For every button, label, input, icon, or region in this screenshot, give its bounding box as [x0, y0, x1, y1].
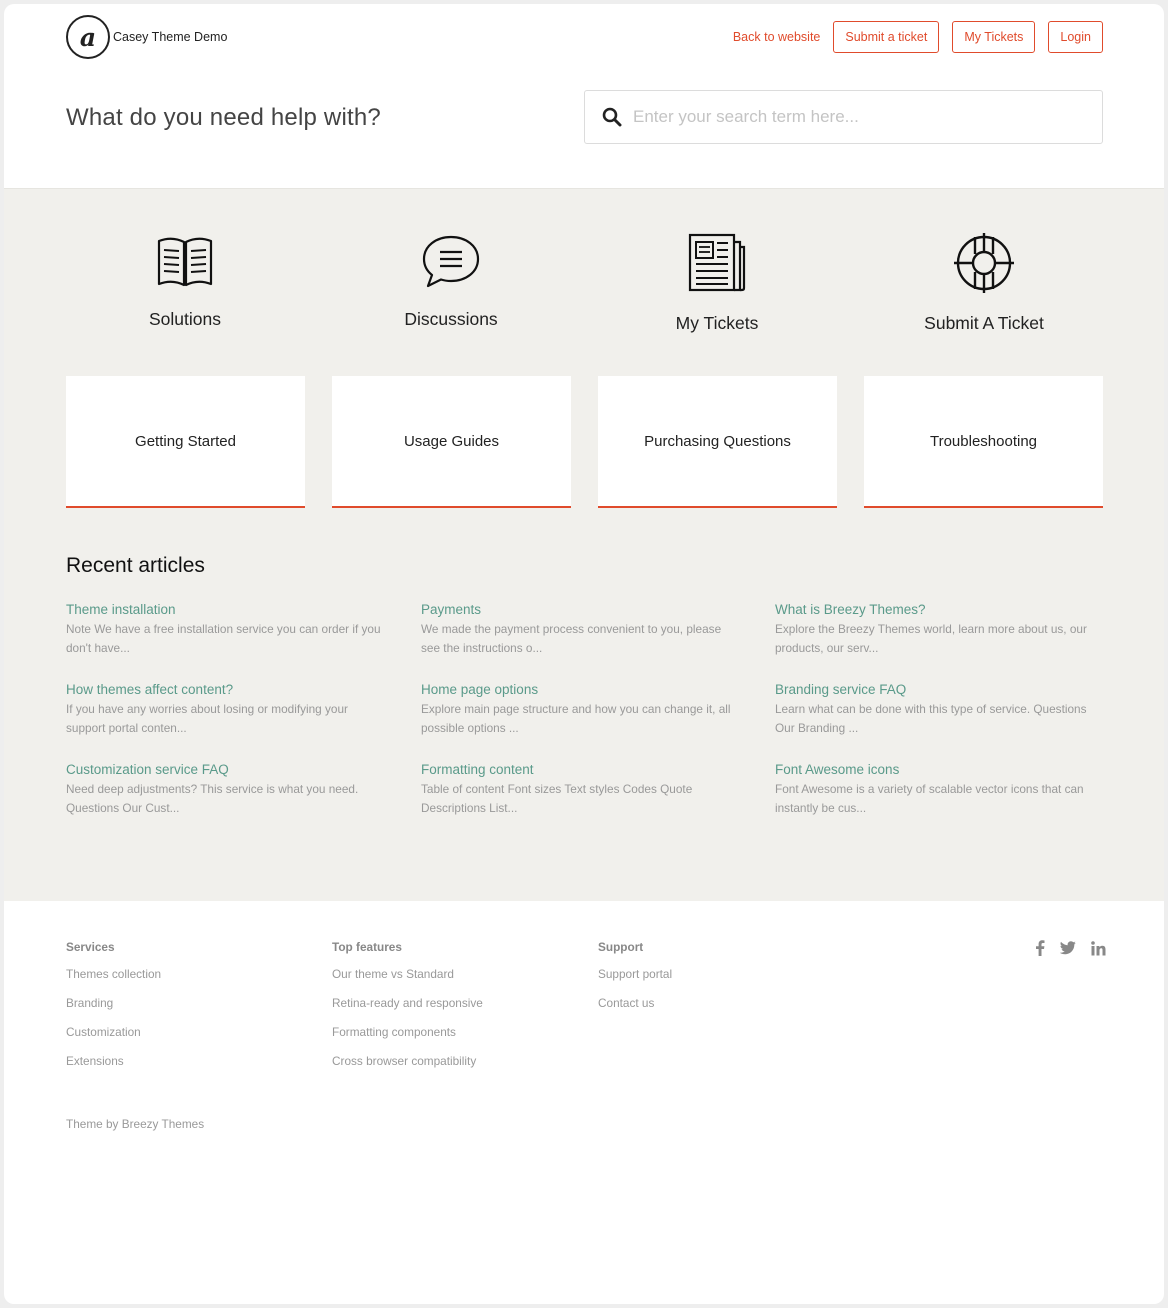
login-button[interactable]: Login — [1048, 21, 1103, 53]
footer-link[interactable]: Branding — [66, 994, 161, 1023]
category-card[interactable]: Troubleshooting — [864, 376, 1103, 508]
list-item: Branding service FAQ Learn what can be d… — [775, 681, 1095, 738]
hero-title: What do you need help with? — [66, 104, 381, 131]
quick-link-solutions[interactable]: Solutions — [66, 233, 304, 330]
footer-heading: Top features — [332, 940, 402, 954]
list-item: Formatting content Table of content Font… — [421, 761, 741, 818]
search-box[interactable] — [584, 90, 1103, 144]
brand-logo-icon: a — [66, 15, 110, 59]
article-excerpt: Explore the Breezy Themes world, learn m… — [775, 622, 1087, 655]
article-excerpt: Font Awesome is a variety of scalable ve… — [775, 782, 1084, 815]
article-excerpt: Table of content Font sizes Text styles … — [421, 782, 693, 815]
speech-bubble-icon — [422, 235, 480, 288]
footer-link[interactable]: Retina-ready and responsive — [332, 994, 483, 1023]
article-link[interactable]: Home page options — [421, 681, 741, 699]
brand[interactable]: a Casey Theme Demo — [66, 15, 227, 59]
footer-link[interactable]: Cross browser compatibility — [332, 1052, 483, 1081]
quick-links: Solutions Discussions My Tickets Submit … — [66, 233, 1103, 343]
quick-link-label: Solutions — [149, 309, 221, 329]
recent-articles-title: Recent articles — [66, 554, 205, 577]
quick-link-my-tickets[interactable]: My Tickets — [598, 233, 836, 334]
footer-column-top-features: Top features Our theme vs Standard Retin… — [332, 940, 483, 1081]
footer-column-services: Services Themes collection Branding Cust… — [66, 940, 161, 1081]
footer-heading: Support — [598, 940, 644, 954]
facebook-icon[interactable] — [1035, 940, 1045, 956]
quick-link-label: Discussions — [404, 309, 498, 329]
footer-heading: Services — [66, 940, 115, 954]
list-item: Theme installation Note We have a free i… — [66, 601, 386, 658]
quick-link-submit-ticket[interactable]: Submit A Ticket — [865, 233, 1103, 334]
footer-link[interactable]: Our theme vs Standard — [332, 965, 483, 994]
submit-ticket-button[interactable]: Submit a ticket — [833, 21, 940, 53]
quick-link-discussions[interactable]: Discussions — [332, 233, 570, 330]
article-link[interactable]: Font Awesome icons — [775, 761, 1095, 779]
article-excerpt: Note We have a free installation service… — [66, 622, 381, 655]
list-item: Font Awesome icons Font Awesome is a var… — [775, 761, 1095, 818]
article-link[interactable]: How themes affect content? — [66, 681, 386, 699]
article-excerpt: Need deep adjustments? This service is w… — [66, 782, 359, 815]
list-item: Customization service FAQ Need deep adju… — [66, 761, 386, 818]
hero: What do you need help with? — [66, 90, 1103, 144]
category-cards: Getting Started Usage Guides Purchasing … — [66, 376, 1103, 510]
article-excerpt: We made the payment process convenient t… — [421, 622, 722, 655]
footer-link[interactable]: Contact us — [598, 994, 672, 1023]
list-item: Payments We made the payment process con… — [421, 601, 741, 658]
back-to-website-link[interactable]: Back to website — [733, 30, 821, 44]
site-header: a Casey Theme Demo Back to website Submi… — [66, 14, 1103, 60]
list-item: Home page options Explore main page stru… — [421, 681, 741, 738]
article-link[interactable]: Branding service FAQ — [775, 681, 1095, 699]
quick-link-label: My Tickets — [675, 313, 759, 333]
article-link[interactable]: Customization service FAQ — [66, 761, 386, 779]
lifebuoy-icon — [954, 233, 1014, 293]
linkedin-icon[interactable] — [1091, 940, 1106, 956]
search-input[interactable] — [633, 107, 1073, 127]
footer-column-support: Support Support portal Contact us — [598, 940, 672, 1023]
category-card[interactable]: Getting Started — [66, 376, 305, 508]
article-excerpt: If you have any worries about losing or … — [66, 702, 348, 735]
footer-link[interactable]: Formatting components — [332, 1023, 483, 1052]
footer-credit[interactable]: Theme by Breezy Themes — [66, 1117, 204, 1131]
header-nav: Back to website Submit a ticket My Ticke… — [733, 21, 1103, 53]
newspaper-icon — [688, 233, 746, 292]
brand-name: Casey Theme Demo — [113, 30, 228, 44]
category-card[interactable]: Purchasing Questions — [598, 376, 837, 508]
my-tickets-button[interactable]: My Tickets — [952, 21, 1036, 53]
search-icon — [602, 107, 622, 127]
page-frame: a Casey Theme Demo Back to website Submi… — [4, 4, 1164, 1304]
article-excerpt: Learn what can be done with this type of… — [775, 702, 1087, 735]
article-excerpt: Explore main page structure and how you … — [421, 702, 731, 735]
content-band: Solutions Discussions My Tickets Submit … — [4, 188, 1164, 901]
article-link[interactable]: What is Breezy Themes? — [775, 601, 1095, 619]
footer-link[interactable]: Extensions — [66, 1052, 161, 1081]
twitter-icon[interactable] — [1060, 941, 1076, 955]
footer-link[interactable]: Support portal — [598, 965, 672, 994]
footer-link[interactable]: Customization — [66, 1023, 161, 1052]
article-link[interactable]: Formatting content — [421, 761, 741, 779]
open-book-icon — [157, 237, 213, 287]
category-card[interactable]: Usage Guides — [332, 376, 571, 508]
list-item: How themes affect content? If you have a… — [66, 681, 386, 738]
article-link[interactable]: Theme installation — [66, 601, 386, 619]
quick-link-label: Submit A Ticket — [924, 313, 1044, 333]
article-link[interactable]: Payments — [421, 601, 741, 619]
footer-link[interactable]: Themes collection — [66, 965, 161, 994]
list-item: What is Breezy Themes? Explore the Breez… — [775, 601, 1095, 658]
social-links — [1035, 940, 1106, 956]
